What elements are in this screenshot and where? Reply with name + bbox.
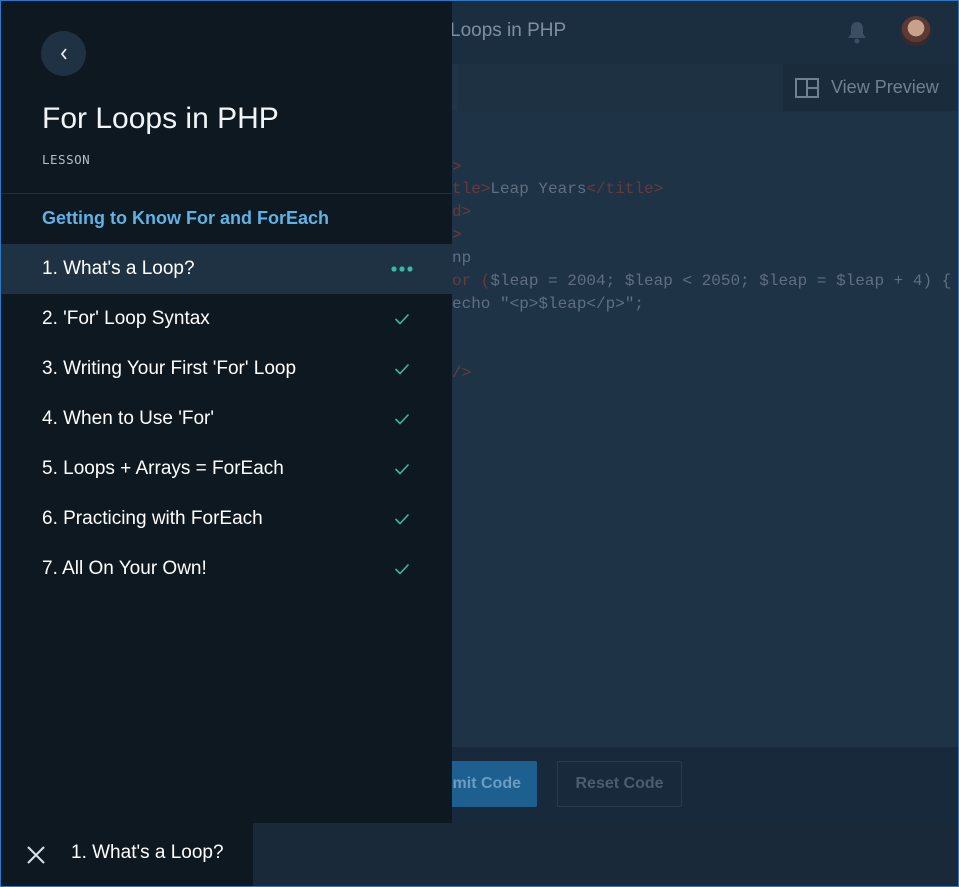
code-line: d> <box>452 203 472 221</box>
code-line: np <box>452 249 472 267</box>
lesson-item-label: 6. Practicing with ForEach <box>42 508 263 529</box>
back-button[interactable] <box>41 31 86 76</box>
lesson-item-label: 7. All On Your Own! <box>42 558 207 579</box>
divider <box>0 193 452 194</box>
section-title: Getting to Know For and ForEach <box>42 208 329 228</box>
code-line: > <box>452 158 462 176</box>
view-preview-button[interactable]: View Preview <box>783 64 959 111</box>
check-icon <box>390 307 414 331</box>
more-dots-icon <box>390 257 414 281</box>
page-title: Loops in PHP <box>450 20 567 41</box>
code-line: echo "<p>$leap</p>"; <box>452 295 645 313</box>
close-icon[interactable] <box>24 843 48 867</box>
bell-icon[interactable] <box>846 20 868 44</box>
code-line: or ($leap = 2004; $leap < 2050; $leap = … <box>452 272 952 290</box>
lesson-item[interactable]: 2. 'For' Loop Syntax <box>0 294 452 344</box>
check-icon <box>390 557 414 581</box>
lesson-item-label: 5. Loops + Arrays = ForEach <box>42 458 284 479</box>
lesson-item[interactable]: 5. Loops + Arrays = ForEach <box>0 444 452 494</box>
lesson-item-label: 2. 'For' Loop Syntax <box>42 308 210 329</box>
current-lesson-label: 1. What's a Loop? <box>71 842 224 863</box>
lesson-item-label: 4. When to Use 'For' <box>42 408 214 429</box>
check-icon <box>390 457 414 481</box>
lesson-title: For Loops in PHP <box>42 102 279 135</box>
lesson-item[interactable]: 7. All On Your Own! <box>0 544 452 594</box>
view-preview-label: View Preview <box>831 77 939 97</box>
lesson-list: 1. What's a Loop? 2. 'For' Loop Syntax 3… <box>0 244 452 594</box>
current-lesson-tab: 1. What's a Loop? <box>0 823 253 887</box>
editor-tab[interactable] <box>452 64 458 111</box>
layout-icon <box>795 77 819 98</box>
lesson-item-label: 3. Writing Your First 'For' Loop <box>42 358 297 379</box>
lesson-item[interactable]: 6. Practicing with ForEach <box>0 494 452 544</box>
lesson-item[interactable]: 3. Writing Your First 'For' Loop <box>0 344 452 394</box>
lesson-item-label: 1. What's a Loop? <box>42 258 195 279</box>
code-line: /> <box>452 364 472 382</box>
chevron-left-icon <box>60 47 67 60</box>
lesson-item[interactable]: 4. When to Use 'For' <box>0 394 452 444</box>
reset-code-button[interactable]: Reset Code <box>557 761 682 807</box>
check-icon <box>390 407 414 431</box>
lesson-drawer: For Loops in PHP LESSON Getting to Know … <box>0 0 452 823</box>
lesson-tag: LESSON <box>42 152 91 167</box>
check-icon <box>390 507 414 531</box>
lesson-item[interactable]: 1. What's a Loop? <box>0 244 452 294</box>
code-line: tle>Leap Years</title> <box>452 180 664 198</box>
code-line: > <box>452 226 462 244</box>
avatar[interactable] <box>901 16 931 46</box>
check-icon <box>390 357 414 381</box>
